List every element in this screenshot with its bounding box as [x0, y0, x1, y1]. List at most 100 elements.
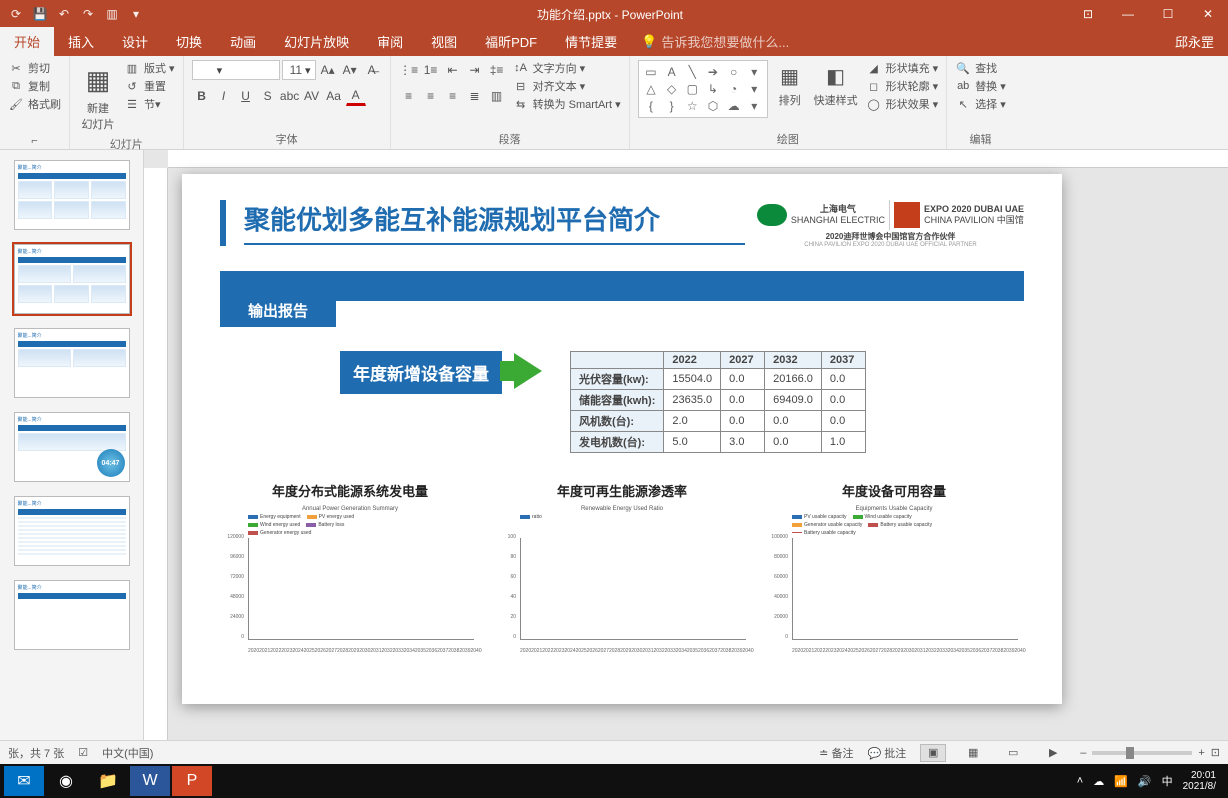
change-case-button[interactable]: Aa [324, 86, 344, 106]
undo-icon[interactable]: ↶ [56, 6, 72, 22]
comments-button[interactable]: 💬 批注 [867, 745, 906, 761]
copy-button[interactable]: ⧉复制 [8, 78, 61, 94]
arrange-button[interactable]: ▦排列 [774, 60, 806, 110]
align-center-button[interactable]: ≡ [421, 86, 441, 106]
powerpoint-icon[interactable]: P [172, 766, 212, 796]
shape-fill-button[interactable]: ◢形状填充 ▾ [866, 60, 939, 76]
shadow-button[interactable]: S [258, 86, 278, 106]
outlook-icon[interactable]: ✉ [4, 766, 44, 796]
columns-button[interactable]: ▥ [487, 86, 507, 106]
tab-review[interactable]: 审阅 [363, 27, 417, 56]
tab-home[interactable]: 开始 [0, 27, 54, 56]
shape-outline-button[interactable]: ◻形状轮廓 ▾ [866, 78, 939, 94]
tab-slideshow[interactable]: 幻灯片放映 [270, 27, 363, 56]
autosave-icon[interactable]: ⟳ [8, 6, 24, 22]
font-name[interactable]: ▾ [192, 60, 280, 80]
save-icon[interactable]: 💾 [32, 6, 48, 22]
tab-view[interactable]: 视图 [417, 27, 471, 56]
tray-cloud-icon[interactable]: ☁ [1093, 775, 1104, 788]
redo-icon[interactable]: ↷ [80, 6, 96, 22]
notes-button[interactable]: ≐ 备注 [819, 745, 853, 761]
tab-transition[interactable]: 切换 [162, 27, 216, 56]
align-right-button[interactable]: ≡ [443, 86, 463, 106]
thumb-6[interactable]: 聚能...简介 [14, 580, 130, 650]
shrink-font-button[interactable]: A▾ [340, 60, 360, 80]
format-painter-button[interactable]: 🖌格式刷 [8, 96, 61, 112]
ribbon-opts-icon[interactable]: ⊡ [1068, 0, 1108, 28]
tab-animation[interactable]: 动画 [216, 27, 270, 56]
line-spacing-button[interactable]: ‡≡ [487, 60, 507, 80]
new-slide-button[interactable]: ▦新建 幻灯片 [78, 60, 118, 134]
tray-volume-icon[interactable]: 🔊 [1138, 775, 1152, 788]
cut-button[interactable]: ✂剪切 [8, 60, 61, 76]
smartart-button[interactable]: ⇆转换为 SmartArt ▾ [513, 96, 621, 112]
shapes-gallery[interactable]: ▭A╲➔○▾ △◇▢↳◔▾ {}☆⬡☁▾ [638, 60, 768, 118]
tab-insert[interactable]: 插入 [54, 27, 108, 56]
thumb-1[interactable]: 聚能...简介 [14, 160, 130, 230]
spacing-button[interactable]: AV [302, 86, 322, 106]
group-clipboard-dialog[interactable]: ⌐ [8, 133, 61, 149]
italic-button[interactable]: I [214, 86, 234, 106]
numbering-button[interactable]: 1≡ [421, 60, 441, 80]
maximize-button[interactable]: ☐ [1148, 0, 1188, 28]
justify-button[interactable]: ≣ [465, 86, 485, 106]
underline-button[interactable]: U [236, 86, 256, 106]
clock[interactable]: 20:012021/8/ [1183, 770, 1216, 792]
slide-thumbnails[interactable]: 聚能...简介 聚能...简介 聚能...简介 聚能...简介04:47 聚能.… [0, 150, 144, 740]
zoom-in-button[interactable]: + [1198, 747, 1204, 759]
language[interactable]: 中文(中国) [102, 745, 153, 761]
shape-tri-icon: △ [642, 81, 661, 96]
signed-in-user[interactable]: 邱永罡 [1161, 27, 1228, 56]
view-reading-button[interactable]: ▭ [1000, 744, 1026, 762]
tab-storyboard[interactable]: 情节提要 [551, 27, 631, 56]
quick-styles-button[interactable]: ◧快速样式 [812, 60, 860, 110]
tray-ime[interactable]: 中 [1162, 773, 1173, 789]
minimize-button[interactable]: — [1108, 0, 1148, 28]
clear-format-button[interactable]: A̶ [362, 60, 382, 80]
chrome-icon[interactable]: ◉ [46, 766, 86, 796]
replace-button[interactable]: ab替换 ▾ [955, 78, 1006, 94]
layout-button[interactable]: ▥版式 ▾ [124, 60, 175, 76]
thumb-3[interactable]: 聚能...简介 [14, 328, 130, 398]
qat-more-icon[interactable]: ▾ [128, 6, 144, 22]
zoom-slider[interactable] [1092, 751, 1192, 755]
close-button[interactable]: ✕ [1188, 0, 1228, 28]
zoom-out-button[interactable]: – [1080, 747, 1086, 759]
slide: 聚能优划多能互补能源规划平台简介 上海电气SHANGHAI ELECTRICEX… [182, 174, 1062, 704]
font-color-button[interactable]: A [346, 86, 366, 106]
view-sorter-button[interactable]: ▦ [960, 744, 986, 762]
tell-me[interactable]: 💡告诉我您想要做什么... [631, 27, 1161, 56]
shape-roundrect-icon: ▢ [683, 81, 702, 96]
font-size[interactable]: 11▾ [282, 60, 316, 80]
section-button[interactable]: ☰节▾ [124, 96, 175, 112]
slide-canvas[interactable]: 聚能优划多能互补能源规划平台简介 上海电气SHANGHAI ELECTRICEX… [144, 150, 1228, 740]
text-direction-button[interactable]: ↕A文字方向 ▾ [513, 60, 621, 76]
view-normal-button[interactable]: ▣ [920, 744, 946, 762]
slideshow-icon[interactable]: ▥ [104, 6, 120, 22]
fit-to-window-button[interactable]: ⊡ [1211, 746, 1220, 759]
zoom-control[interactable]: – + ⊡ [1080, 746, 1220, 759]
bullets-button[interactable]: ⋮≡ [399, 60, 419, 80]
tray-up-icon[interactable]: ˄ [1077, 775, 1083, 787]
bold-button[interactable]: B [192, 86, 212, 106]
shape-effects-button[interactable]: ◯形状效果 ▾ [866, 96, 939, 112]
reset-button[interactable]: ↺重置 [124, 78, 175, 94]
indent-button[interactable]: ⇥ [465, 60, 485, 80]
view-slideshow-button[interactable]: ▶ [1040, 744, 1066, 762]
word-icon[interactable]: W [130, 766, 170, 796]
explorer-icon[interactable]: 📁 [88, 766, 128, 796]
spellcheck-icon[interactable]: ☑ [78, 746, 88, 759]
thumb-5[interactable]: 聚能...简介 [14, 496, 130, 566]
tray-wifi-icon[interactable]: 📶 [1114, 775, 1128, 788]
strike-button[interactable]: abc [280, 86, 300, 106]
tab-foxit[interactable]: 福昕PDF [471, 27, 551, 56]
grow-font-button[interactable]: A▴ [318, 60, 338, 80]
select-button[interactable]: ↖选择 ▾ [955, 96, 1006, 112]
thumb-2[interactable]: 聚能...简介 [14, 244, 130, 314]
tab-design[interactable]: 设计 [108, 27, 162, 56]
align-left-button[interactable]: ≡ [399, 86, 419, 106]
find-button[interactable]: 🔍查找 [955, 60, 1006, 76]
align-text-button[interactable]: ⊟对齐文本 ▾ [513, 78, 621, 94]
thumb-4[interactable]: 聚能...简介04:47 [14, 412, 130, 482]
outdent-button[interactable]: ⇤ [443, 60, 463, 80]
